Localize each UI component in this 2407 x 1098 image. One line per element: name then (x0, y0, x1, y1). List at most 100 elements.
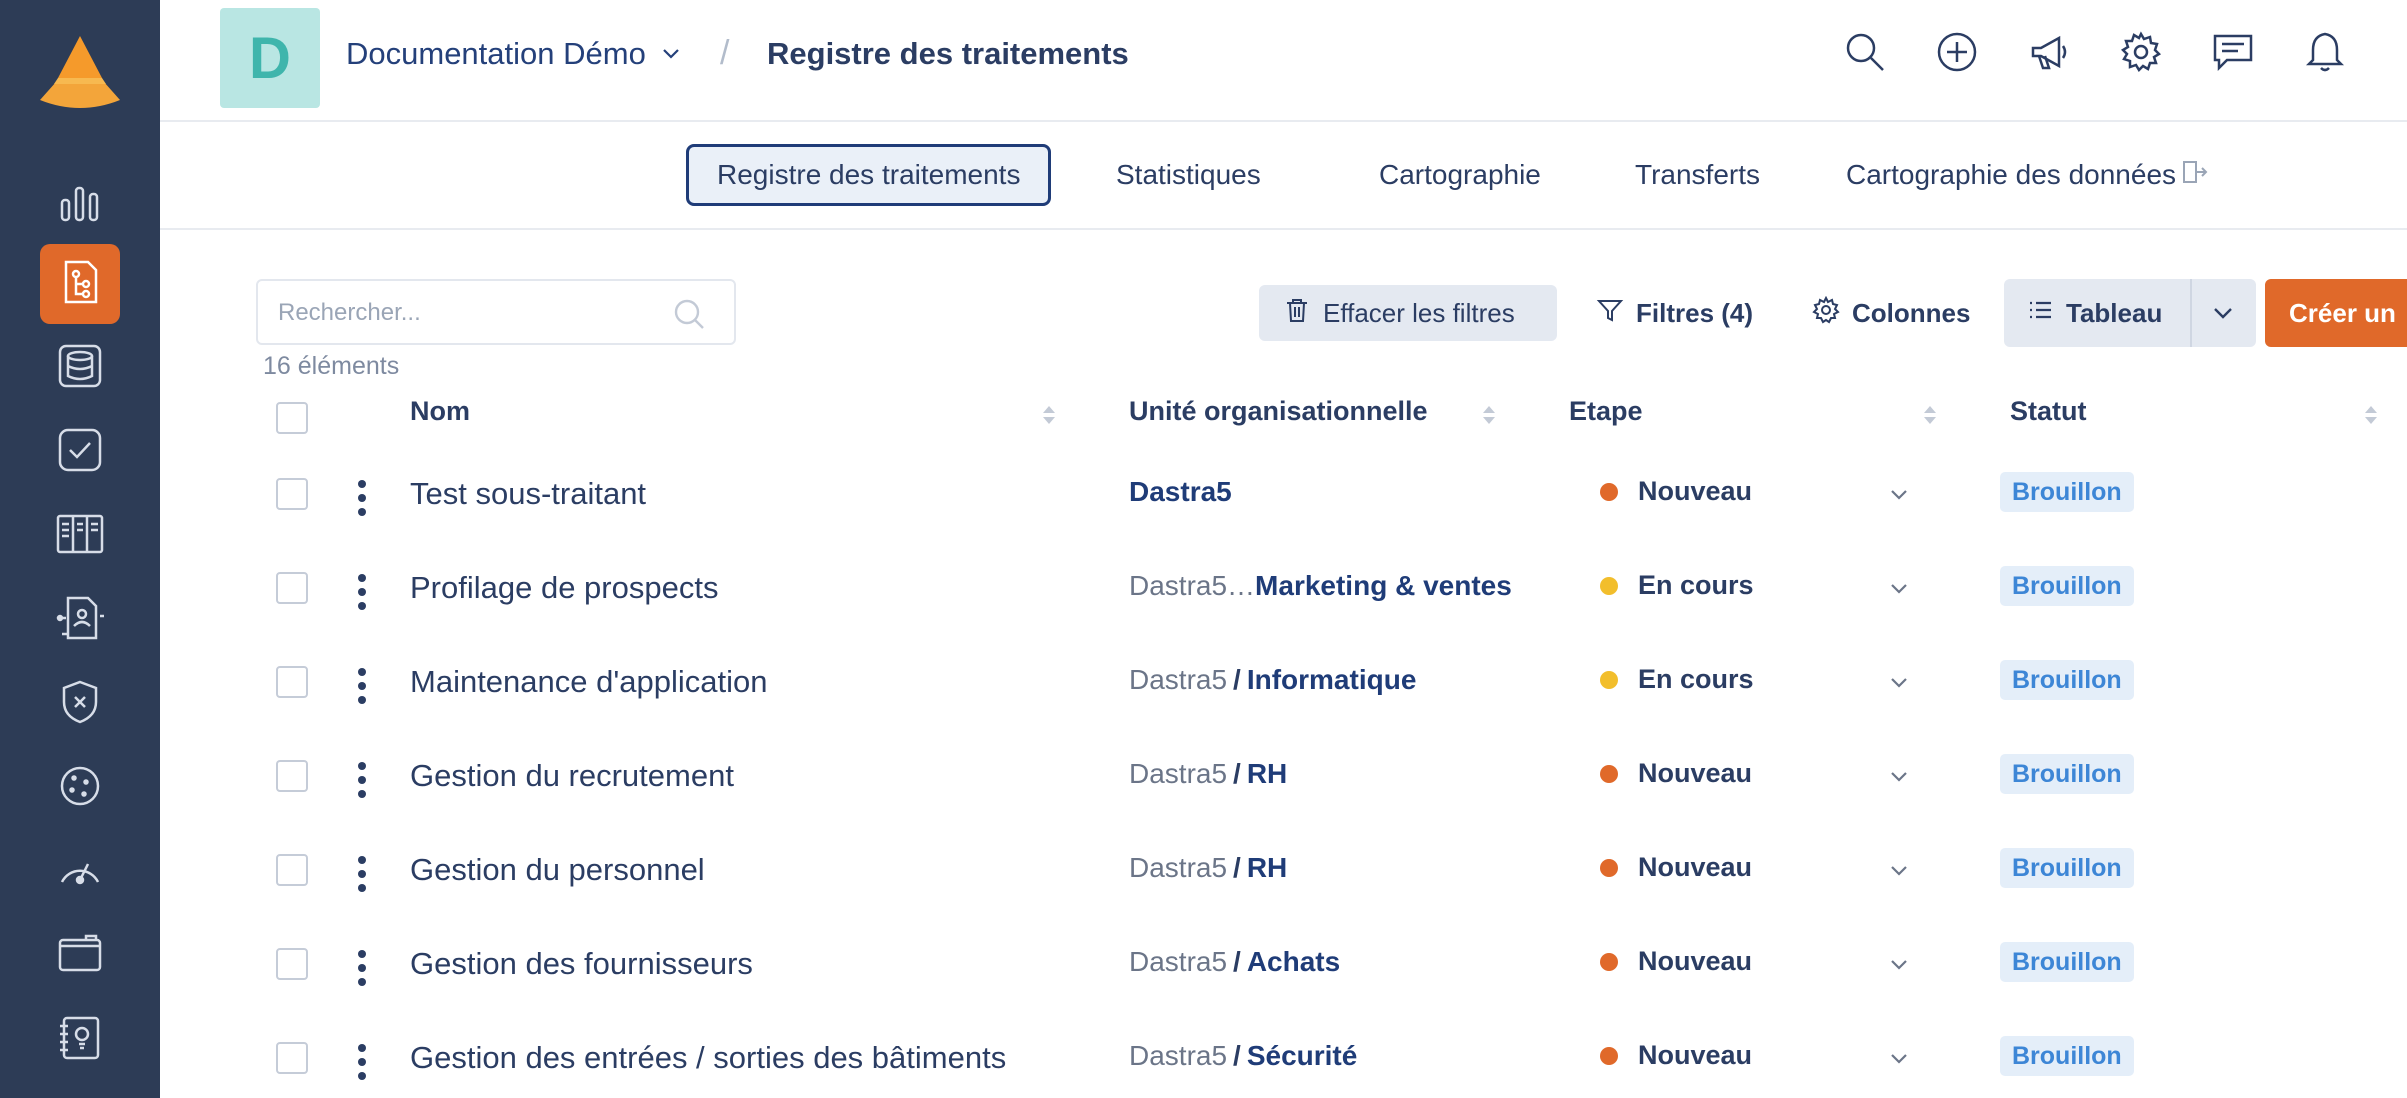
more-vertical-icon[interactable] (352, 760, 372, 800)
table-row[interactable]: Gestion du recrutement Dastra5/RH Nouveau B… (256, 730, 2407, 824)
tab-statistiques[interactable]: Statistiques (1088, 144, 1289, 206)
chevron-down-icon[interactable] (2209, 299, 2237, 327)
app-logo[interactable] (36, 34, 124, 110)
more-vertical-icon[interactable] (352, 948, 372, 988)
chevron-down-icon[interactable] (1886, 576, 1912, 602)
row-etape[interactable]: Nouveau (1600, 852, 1752, 883)
sidebar-item-table[interactable] (40, 496, 120, 576)
more-vertical-icon[interactable] (352, 478, 372, 518)
sort-icon[interactable] (2364, 404, 2378, 426)
row-etape[interactable]: Nouveau (1600, 758, 1752, 789)
unit-parent: Dastra5… (1129, 570, 1256, 601)
table-row[interactable]: Test sous-traitant Dastra5 Nouveau Brouillo… (256, 448, 2407, 542)
table-row[interactable]: Gestion des entrées / sorties des bâtime… (256, 1012, 2407, 1098)
trash-icon (1283, 296, 1311, 331)
columns-label: Colonnes (1852, 297, 1971, 328)
unit-separator: / (1233, 852, 1241, 883)
sidebar-item-knowledge[interactable] (40, 1000, 120, 1080)
row-unit: Dastra5/RH (1129, 758, 1287, 790)
chevron-down-icon[interactable] (1886, 764, 1912, 790)
chat-icon[interactable] (2211, 30, 2255, 74)
column-header-name[interactable]: Nom (410, 396, 470, 427)
tab-transferts[interactable]: Transferts (1607, 144, 1788, 206)
row-name[interactable]: Maintenance d'application (410, 664, 768, 700)
chevron-down-icon[interactable] (1886, 482, 1912, 508)
more-vertical-icon[interactable] (352, 572, 372, 612)
bell-icon[interactable] (2303, 30, 2347, 74)
sidebar-item-dashboard[interactable] (40, 164, 120, 244)
tab-cartographie-donnees[interactable]: Cartographie des données (1818, 144, 2236, 206)
row-checkbox[interactable] (276, 760, 308, 792)
filters-button[interactable]: Filtres (4) (1596, 285, 1753, 341)
columns-button[interactable]: Colonnes (1812, 285, 1970, 341)
row-checkbox[interactable] (276, 854, 308, 886)
unit-child: Marketing & ventes (1255, 570, 1512, 601)
database-icon (56, 342, 104, 395)
table-row[interactable]: Profilage de prospects Dastra5…Marketing … (256, 542, 2407, 636)
row-name[interactable]: Profilage de prospects (410, 570, 718, 606)
table-row[interactable]: Gestion des fournisseurs Dastra5/Achats No… (256, 918, 2407, 1012)
sidebar-item-security[interactable] (40, 664, 120, 744)
row-name[interactable]: Gestion du personnel (410, 852, 705, 888)
chevron-down-icon[interactable] (1886, 858, 1912, 884)
sidebar-item-audit[interactable] (40, 832, 120, 912)
row-etape[interactable]: Nouveau (1600, 476, 1752, 507)
table-row[interactable]: Maintenance d'application Dastra5/Informa… (256, 636, 2407, 730)
row-etape[interactable]: En cours (1600, 664, 1754, 695)
sidebar-item-register[interactable] (40, 244, 120, 324)
more-vertical-icon[interactable] (352, 854, 372, 894)
add-circle-icon[interactable] (1935, 30, 1979, 74)
tab-registre[interactable]: Registre des traitements (686, 144, 1052, 206)
clear-filters-button[interactable]: Effacer les filtres (1259, 285, 1557, 341)
row-checkbox[interactable] (276, 666, 308, 698)
row-checkbox[interactable] (276, 1042, 308, 1074)
sort-icon[interactable] (1923, 404, 1937, 426)
sidebar-item-tasks[interactable] (40, 412, 120, 492)
row-checkbox[interactable] (276, 478, 308, 510)
etape-status-dot (1600, 670, 1618, 689)
row-name[interactable]: Test sous-traitant (410, 476, 646, 512)
etape-status-dot (1600, 482, 1618, 501)
row-name[interactable]: Gestion des entrées / sorties des bâtime… (410, 1040, 1006, 1076)
section-tabs: Registre des traitements Statistiques Ca… (160, 122, 2407, 230)
sidebar-item-data[interactable] (40, 328, 120, 408)
row-checkbox[interactable] (276, 572, 308, 604)
row-etape[interactable]: Nouveau (1600, 1040, 1752, 1071)
sidebar-item-cookies[interactable] (40, 748, 120, 828)
view-divider (2190, 279, 2192, 347)
column-header-statut[interactable]: Statut (2010, 396, 2087, 427)
sort-icon[interactable] (1482, 404, 1496, 426)
chevron-down-icon[interactable] (1886, 670, 1912, 696)
megaphone-icon[interactable] (2027, 30, 2071, 74)
more-vertical-icon[interactable] (352, 1042, 372, 1082)
more-vertical-icon[interactable] (352, 666, 372, 706)
table-row[interactable]: Gestion du personnel Dastra5/RH Nouveau Bro… (256, 824, 2407, 918)
column-header-unit[interactable]: Unité organisationnelle (1129, 396, 1428, 427)
sidebar-item-documents[interactable] (40, 916, 120, 996)
tab-cartographie[interactable]: Cartographie (1351, 144, 1569, 206)
chevron-down-icon[interactable] (1886, 1046, 1912, 1072)
search-icon[interactable] (1843, 30, 1887, 74)
search-icon[interactable] (672, 297, 706, 331)
status-badge: Brouillon (2000, 942, 2134, 982)
status-badge: Brouillon (2000, 566, 2134, 606)
row-checkbox[interactable] (276, 948, 308, 980)
column-header-etape[interactable]: Etape (1569, 396, 1643, 427)
row-etape[interactable]: Nouveau (1600, 946, 1752, 977)
sidebar-item-people[interactable] (40, 580, 120, 660)
row-name[interactable]: Gestion du recrutement (410, 758, 734, 794)
workspace-avatar[interactable]: D (220, 8, 320, 108)
row-name[interactable]: Gestion des fournisseurs (410, 946, 753, 982)
workspace-selector[interactable]: Documentation Démo (346, 36, 682, 72)
status-badge: Brouillon (2000, 754, 2134, 794)
gear-icon[interactable] (2119, 30, 2163, 74)
select-all-checkbox[interactable] (276, 402, 308, 434)
chevron-down-icon[interactable] (1886, 952, 1912, 978)
status-badge: Brouillon (2000, 1036, 2134, 1076)
row-etape[interactable]: En cours (1600, 570, 1754, 601)
create-button[interactable]: Créer un (2265, 279, 2407, 347)
view-toggle-button[interactable]: Tableau (2004, 279, 2256, 347)
sort-icon[interactable] (1042, 404, 1056, 426)
status-badge: Brouillon (2000, 848, 2134, 888)
search-input[interactable] (278, 295, 658, 331)
